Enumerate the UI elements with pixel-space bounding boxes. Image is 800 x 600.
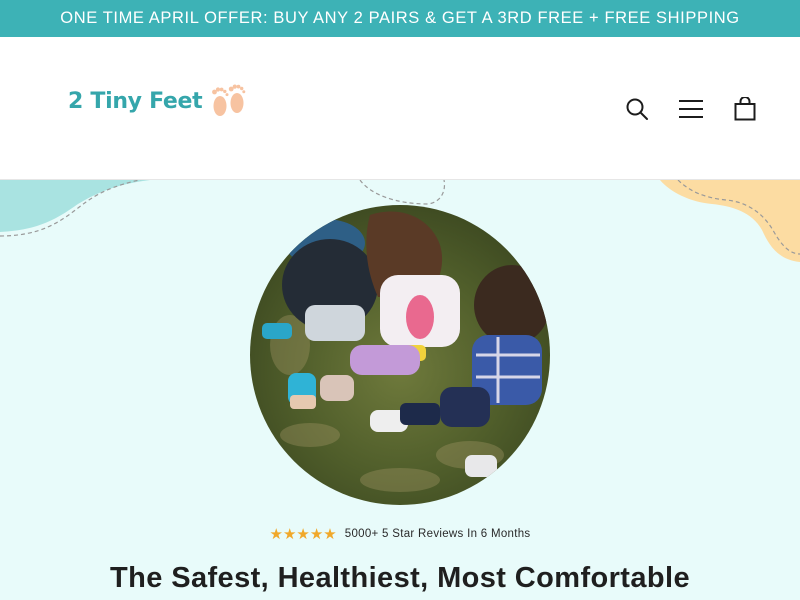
hero-headline: The Safest, Healthiest, Most Comfortable (110, 562, 690, 594)
search-button[interactable] (622, 94, 652, 124)
menu-button[interactable] (676, 94, 706, 124)
reviews-count-text: 5000+ 5 Star Reviews In 6 Months (344, 528, 531, 540)
five-star-icons: ★★★★★ (269, 525, 337, 543)
announcement-bar: ONE TIME APRIL OFFER: BUY ANY 2 PAIRS & … (0, 0, 800, 37)
hero-photo-kids (250, 205, 550, 505)
announcement-text: ONE TIME APRIL OFFER: BUY ANY 2 PAIRS & … (60, 9, 740, 27)
search-icon (626, 98, 648, 120)
cart-icon (734, 97, 756, 121)
header-icons (622, 94, 760, 124)
site-header: 2 Tiny Feet (0, 37, 800, 180)
baby-feet-icon (212, 84, 246, 116)
menu-icon (679, 100, 703, 118)
site-logo[interactable]: 2 Tiny Feet (68, 81, 248, 121)
hero-section: ★★★★★ 5000+ 5 Star Reviews In 6 Months T… (0, 180, 800, 600)
logo-text: 2 Tiny Feet (68, 88, 203, 114)
reviews-rating: ★★★★★ 5000+ 5 Star Reviews In 6 Months (0, 525, 800, 543)
cart-button[interactable] (730, 94, 760, 124)
